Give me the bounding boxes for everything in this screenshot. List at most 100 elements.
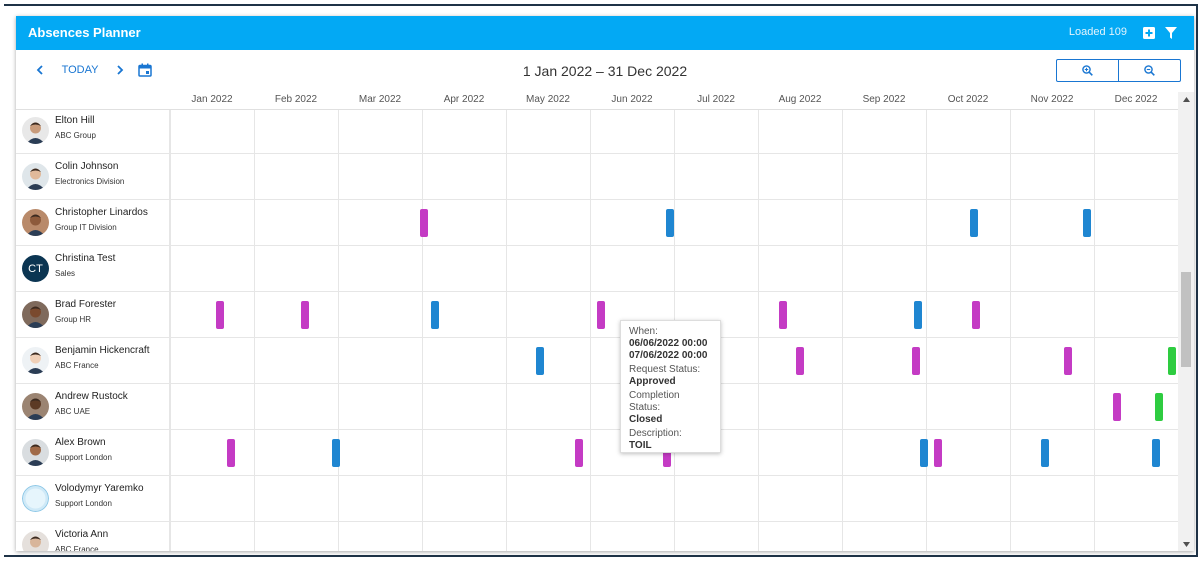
avatar <box>22 301 49 328</box>
employee-name: Christopher Linardos <box>55 207 148 218</box>
scheduler-grid: Elton Hill ABC Group Colin Johnson Electron… <box>16 110 1178 551</box>
employee-cell[interactable]: Elton Hill ABC Group <box>16 110 170 153</box>
date-range-label: 1 Jan 2022 – 31 Dec 2022 <box>522 63 688 79</box>
scroll-down-arrow[interactable] <box>1178 537 1194 551</box>
tooltip-request-status-label: Request Status: <box>629 364 701 375</box>
month-label: Oct 2022 <box>947 94 989 105</box>
employee-row: Victoria Ann ABC France <box>16 522 1178 551</box>
month-label: Aug 2022 <box>778 94 822 105</box>
employee-cell[interactable]: Brad Forester Group HR <box>16 292 170 337</box>
month-label: Jun 2022 <box>611 94 653 105</box>
absence-tooltip: When: 06/06/2022 00:00 07/06/2022 00:00 … <box>620 320 721 453</box>
employee-cell[interactable]: Andrew Rustock ABC UAE <box>16 384 170 429</box>
avatar: CT <box>22 255 49 282</box>
employee-name: Christina Test <box>55 253 116 264</box>
avatar <box>22 347 49 374</box>
avatar <box>22 439 49 466</box>
absence-bar[interactable] <box>796 347 804 375</box>
absence-bar[interactable] <box>536 347 544 375</box>
absence-bar[interactable] <box>912 347 920 375</box>
zoom-out-icon <box>1144 65 1155 76</box>
employee-name: Volodymyr Yaremko <box>55 483 144 494</box>
employee-row: Volodymyr Yaremko Support London <box>16 476 1178 522</box>
month-label: Jul 2022 <box>697 94 735 105</box>
employee-group: Group IT Division <box>55 223 117 232</box>
absence-bar[interactable] <box>1113 393 1121 421</box>
month-header: Jan 2022 Feb 2022 Mar 2022 Apr 2022 May 2022… <box>16 92 1178 110</box>
absence-bar[interactable] <box>597 301 605 329</box>
absence-bar[interactable] <box>1083 209 1091 237</box>
absence-bar[interactable] <box>332 439 340 467</box>
employee-group: Support London <box>55 453 112 462</box>
absence-bar[interactable] <box>920 439 928 467</box>
absences-planner-card: Absences Planner Loaded 109 TODAY 1 Jan … <box>16 16 1194 551</box>
month-label: Jan 2022 <box>191 94 233 105</box>
zoom-controls <box>1056 59 1181 82</box>
employee-group: ABC France <box>55 545 99 551</box>
absence-bar[interactable] <box>1152 439 1160 467</box>
absence-bar[interactable] <box>1155 393 1163 421</box>
employee-cell[interactable]: Alex Brown Support London <box>16 430 170 475</box>
loaded-count: Loaded 109 <box>1068 26 1127 38</box>
employee-group: ABC UAE <box>55 407 91 416</box>
employee-cell[interactable]: CT Christina Test Sales <box>16 246 170 291</box>
employee-name: Colin Johnson <box>55 161 119 172</box>
app-title: Absences Planner <box>28 25 141 40</box>
absence-bar[interactable] <box>301 301 309 329</box>
zoom-out-button[interactable] <box>1118 60 1180 81</box>
employee-cell[interactable]: Benjamin Hickencraft ABC France <box>16 338 170 383</box>
employee-row: Andrew Rustock ABC UAE <box>16 384 1178 430</box>
absence-bar[interactable] <box>575 439 583 467</box>
absence-bar[interactable] <box>914 301 922 329</box>
absence-bar[interactable] <box>227 439 235 467</box>
employee-row: Alex Brown Support London <box>16 430 1178 476</box>
absence-bar[interactable] <box>1168 347 1176 375</box>
title-bar: Absences Planner Loaded 109 <box>16 16 1194 50</box>
absence-bar[interactable] <box>420 209 428 237</box>
employee-row: Colin Johnson Electronics Division <box>16 154 1178 200</box>
absence-bar[interactable] <box>216 301 224 329</box>
employee-name: Brad Forester <box>55 299 117 310</box>
tooltip-description: TOIL <box>629 440 652 451</box>
employee-name: Benjamin Hickencraft <box>55 345 150 356</box>
add-icon[interactable] <box>1141 25 1157 41</box>
employee-group: Electronics Division <box>55 177 125 186</box>
scroll-thumb[interactable] <box>1181 272 1191 367</box>
employee-row: Christopher Linardos Group IT Division <box>16 200 1178 246</box>
absence-bar[interactable] <box>666 209 674 237</box>
employee-row: CT Christina Test Sales <box>16 246 1178 292</box>
scroll-up-arrow[interactable] <box>1178 92 1194 106</box>
tooltip-completion-status-label: Completion Status: <box>629 390 680 413</box>
absence-bar[interactable] <box>972 301 980 329</box>
employee-group: ABC France <box>55 361 99 370</box>
tooltip-when-label: When: <box>629 326 658 337</box>
employee-name: Alex Brown <box>55 437 106 448</box>
avatar-initials: CT <box>28 262 43 275</box>
absence-bar[interactable] <box>779 301 787 329</box>
avatar <box>22 117 49 144</box>
absence-bar[interactable] <box>934 439 942 467</box>
employee-group: ABC Group <box>55 131 96 140</box>
employee-name: Andrew Rustock <box>55 391 128 402</box>
absence-bar[interactable] <box>1041 439 1049 467</box>
employee-group: Support London <box>55 499 112 508</box>
employee-cell[interactable]: Colin Johnson Electronics Division <box>16 154 170 199</box>
month-label: Sep 2022 <box>862 94 906 105</box>
absence-bar[interactable] <box>970 209 978 237</box>
absence-bar[interactable] <box>431 301 439 329</box>
employee-name: Elton Hill <box>55 115 95 126</box>
vertical-scrollbar[interactable] <box>1178 92 1194 551</box>
employee-cell[interactable]: Christopher Linardos Group IT Division <box>16 200 170 245</box>
employee-cell[interactable]: Volodymyr Yaremko Support London <box>16 476 170 521</box>
month-label: Mar 2022 <box>358 94 402 105</box>
avatar <box>22 531 49 551</box>
employee-name: Victoria Ann <box>55 529 109 540</box>
zoom-in-button[interactable] <box>1057 60 1118 81</box>
absence-bar[interactable] <box>1064 347 1072 375</box>
filter-icon[interactable] <box>1163 25 1179 41</box>
zoom-in-icon <box>1082 65 1093 76</box>
tooltip-when-from: 06/06/2022 00:00 <box>629 338 708 349</box>
month-label: Nov 2022 <box>1030 94 1074 105</box>
avatar <box>22 163 49 190</box>
employee-cell[interactable]: Victoria Ann ABC France <box>16 522 170 551</box>
